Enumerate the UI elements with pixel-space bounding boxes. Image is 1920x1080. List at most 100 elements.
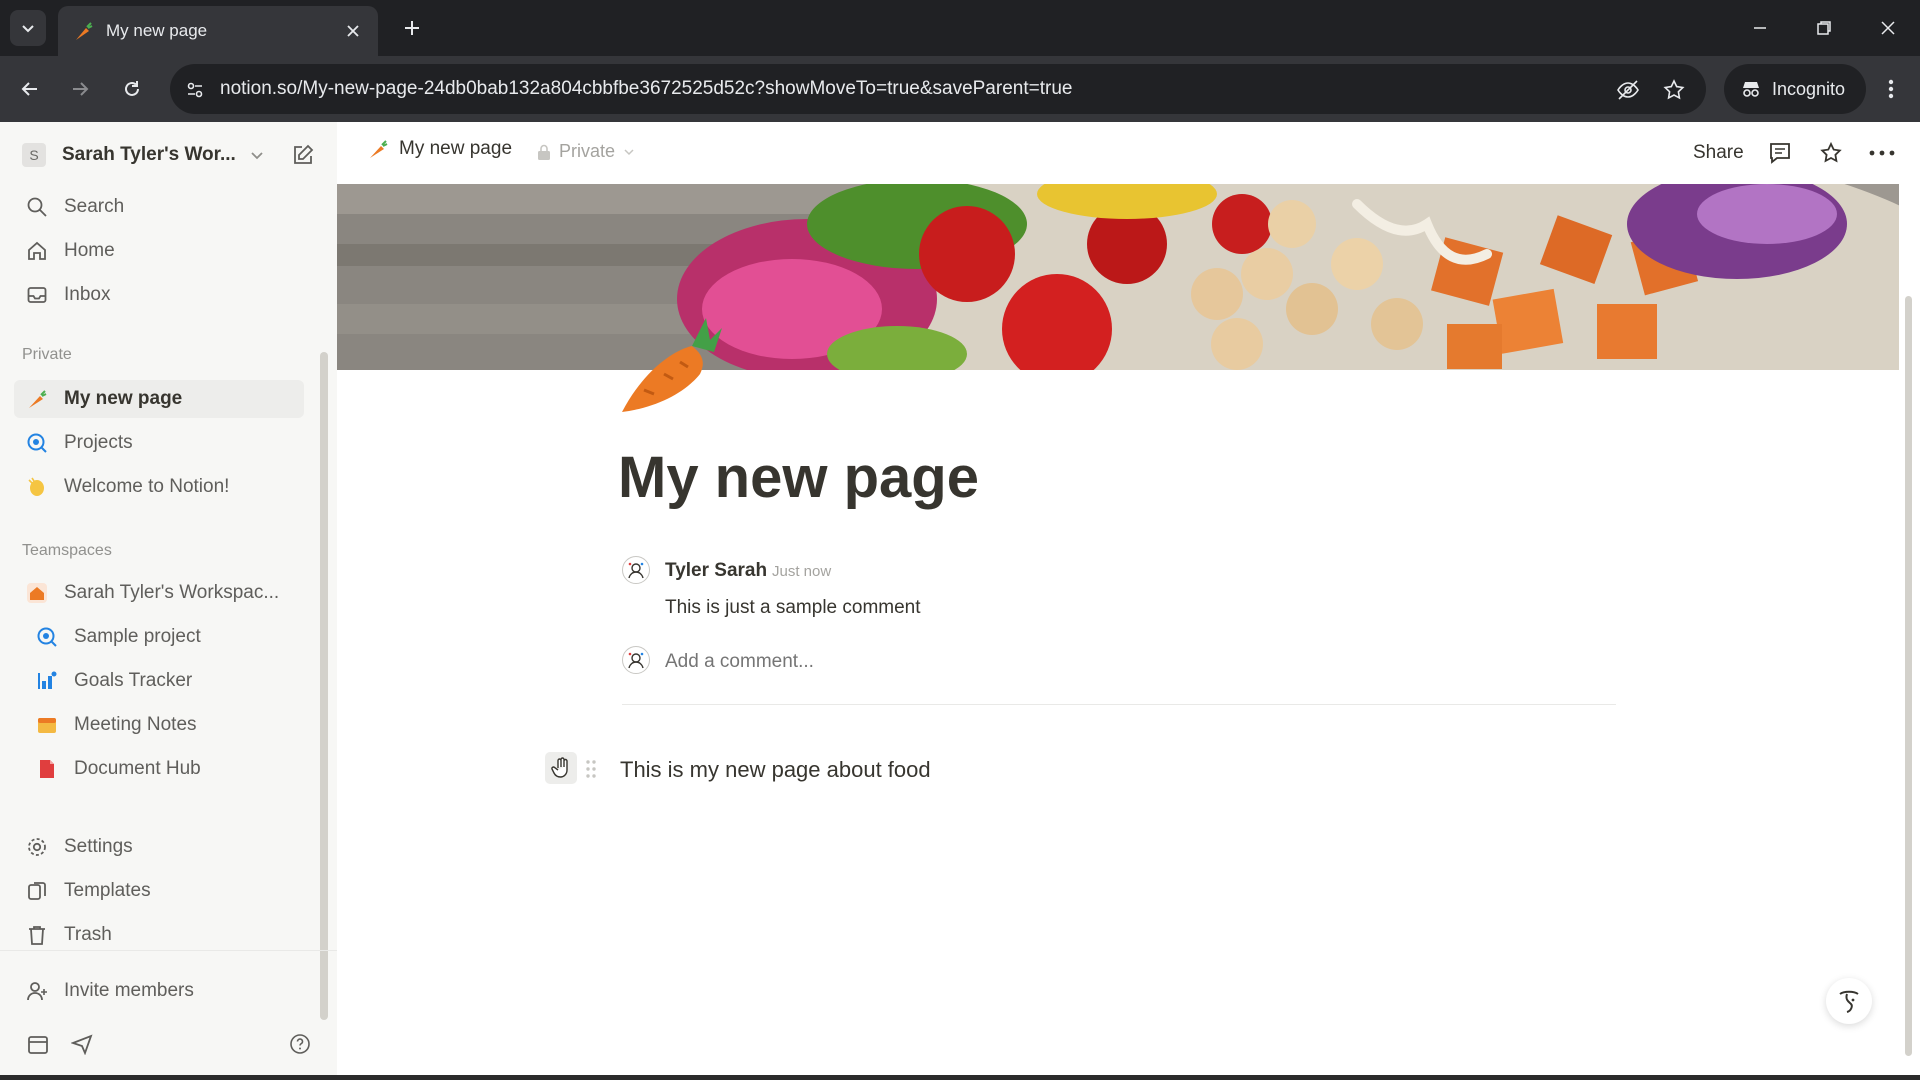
- sidebar-scrollbar[interactable]: [320, 352, 328, 1020]
- sidebar-item-meeting-notes[interactable]: Meeting Notes: [24, 706, 304, 744]
- workspace-name: Sarah Tyler's Wor...: [62, 144, 236, 165]
- tab-search-button[interactable]: [10, 10, 46, 46]
- sidebar-item-label: Welcome to Notion!: [64, 476, 230, 497]
- incognito-indicator[interactable]: Incognito: [1724, 64, 1866, 114]
- favorite-star-icon[interactable]: [1816, 138, 1846, 168]
- user-avatar-icon: [628, 562, 644, 579]
- new-page-button[interactable]: [288, 140, 318, 170]
- url-text: notion.so/My-new-page-24db0bab132a804cbb…: [220, 78, 1073, 99]
- projects-icon: [34, 624, 60, 650]
- avatar: [622, 646, 650, 674]
- comment-timestamp: Just now: [772, 563, 832, 580]
- tab-title: My new page: [106, 21, 208, 40]
- sidebar-item-label: Inbox: [64, 284, 111, 305]
- reload-button[interactable]: [116, 73, 148, 105]
- chevron-down-icon: [624, 148, 634, 155]
- cover-image[interactable]: [337, 184, 1899, 370]
- browser-toolbar: notion.so/My-new-page-24db0bab132a804cbb…: [0, 56, 1920, 122]
- send-icon: [71, 1034, 93, 1055]
- mail-app-button[interactable]: [68, 1030, 96, 1058]
- comment-author[interactable]: Tyler Sarah: [665, 560, 767, 582]
- sidebar-item-goals-tracker[interactable]: Goals Tracker: [24, 662, 304, 700]
- comment-input[interactable]: [665, 651, 1265, 673]
- sidebar-item-welcome[interactable]: Welcome to Notion!: [14, 468, 304, 506]
- sidebar-item-templates[interactable]: Templates: [14, 872, 304, 910]
- new-tab-button[interactable]: [396, 12, 428, 44]
- close-tab-icon[interactable]: [342, 20, 364, 42]
- calendar-app-button[interactable]: [24, 1030, 52, 1058]
- minimize-button[interactable]: [1736, 8, 1784, 48]
- sidebar-item-label: Meeting Notes: [74, 714, 197, 735]
- ai-face-icon: [1839, 990, 1859, 1013]
- more-options-icon[interactable]: [1867, 138, 1897, 168]
- page-title[interactable]: My new page: [618, 444, 979, 511]
- browser-tab-bar: My new page: [0, 0, 1920, 56]
- sidebar-item-search[interactable]: Search: [14, 188, 304, 226]
- close-icon: [1881, 21, 1895, 35]
- add-block-button[interactable]: [545, 752, 577, 784]
- help-circle-icon: [290, 1034, 310, 1054]
- restore-button[interactable]: [1800, 8, 1848, 48]
- privacy-dropdown[interactable]: Private: [537, 141, 635, 162]
- page-topbar: My new page Private Share: [337, 122, 1920, 184]
- address-bar[interactable]: notion.so/My-new-page-24db0bab132a804cbb…: [170, 64, 1706, 114]
- main-scrollbar[interactable]: [1905, 296, 1912, 1056]
- inbox-icon: [24, 282, 50, 308]
- sidebar-item-teamspace[interactable]: Sarah Tyler's Workspac...: [14, 574, 304, 612]
- chevron-down-icon: [22, 25, 34, 33]
- sidebar: S Sarah Tyler's Wor... Search Home Inbox…: [0, 122, 337, 1080]
- comments-icon[interactable]: [1765, 138, 1795, 168]
- sidebar-item-home[interactable]: Home: [14, 232, 304, 270]
- eye-off-icon[interactable]: [1615, 77, 1641, 103]
- sidebar-item-settings[interactable]: Settings: [14, 828, 304, 866]
- calendar-icon: [34, 712, 60, 738]
- sidebar-item-label: Sarah Tyler's Workspac...: [64, 582, 280, 603]
- chevron-down-icon: [251, 152, 263, 160]
- sidebar-item-document-hub[interactable]: Document Hub: [24, 750, 304, 788]
- user-avatar-icon: [628, 652, 644, 669]
- private-section-heading[interactable]: Private: [22, 346, 72, 364]
- lock-icon: [538, 144, 550, 160]
- gear-icon: [24, 834, 50, 860]
- sidebar-divider: [0, 950, 337, 951]
- sidebar-item-my-new-page[interactable]: My new page: [14, 380, 304, 418]
- minimize-icon: [1754, 27, 1766, 29]
- teamspaces-section-heading[interactable]: Teamspaces: [22, 542, 112, 560]
- sidebar-item-sample-project[interactable]: Sample project: [24, 618, 304, 656]
- workspace-switcher[interactable]: S Sarah Tyler's Wor...: [22, 138, 322, 172]
- invite-members-button[interactable]: Invite members: [14, 972, 304, 1010]
- sidebar-item-projects[interactable]: Projects: [14, 424, 304, 462]
- browser-tab[interactable]: My new page: [58, 6, 378, 56]
- carrot-icon: [76, 22, 93, 40]
- forward-button[interactable]: [64, 73, 96, 105]
- back-button[interactable]: [14, 73, 46, 105]
- restore-icon: [1817, 21, 1831, 35]
- bookmark-star-icon[interactable]: [1661, 77, 1687, 103]
- hand-cursor-icon: [551, 757, 568, 778]
- arrow-left-icon: [21, 82, 37, 96]
- share-button[interactable]: Share: [1693, 142, 1744, 164]
- help-button[interactable]: [286, 1030, 314, 1058]
- window-bottom-edge: [0, 1075, 1920, 1080]
- search-icon: [24, 194, 50, 220]
- notion-ai-button[interactable]: [1826, 978, 1872, 1024]
- sidebar-item-label: Invite members: [64, 980, 194, 1001]
- close-window-button[interactable]: [1864, 8, 1912, 48]
- sidebar-item-trash[interactable]: Trash: [14, 916, 304, 954]
- privacy-label: Private: [559, 141, 616, 161]
- arrow-right-icon: [73, 82, 89, 96]
- sidebar-item-inbox[interactable]: Inbox: [14, 276, 304, 314]
- sidebar-item-label: Document Hub: [74, 758, 201, 779]
- breadcrumb[interactable]: My new page: [367, 138, 512, 160]
- sidebar-item-label: Trash: [64, 924, 112, 945]
- carrot-icon: [370, 140, 388, 158]
- text-block[interactable]: This is my new page about food: [620, 757, 931, 783]
- sidebar-item-label: Projects: [64, 432, 133, 453]
- page-icon-carrot[interactable]: [614, 310, 724, 420]
- calendar-icon: [28, 1036, 48, 1054]
- drag-handle-icon[interactable]: [582, 756, 600, 782]
- sidebar-item-label: Search: [64, 196, 125, 217]
- avatar: [622, 556, 650, 584]
- browser-menu-button[interactable]: [1876, 73, 1906, 105]
- site-info-icon[interactable]: [182, 77, 208, 103]
